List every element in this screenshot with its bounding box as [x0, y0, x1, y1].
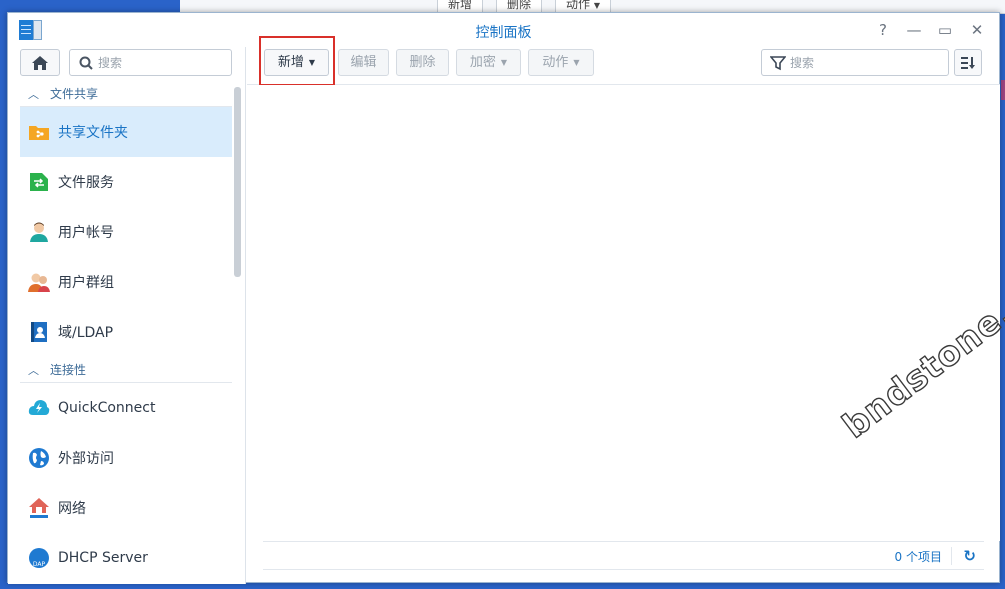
maximize-icon[interactable]: ▭: [936, 21, 954, 39]
help-icon[interactable]: ?: [874, 21, 892, 39]
status-divider: [951, 547, 952, 565]
group-label: 连接性: [50, 363, 87, 377]
sidebar-item-label: 共享文件夹: [58, 125, 128, 141]
sidebar-item-network[interactable]: 网络: [20, 483, 232, 533]
group-icon: [28, 271, 50, 293]
encrypt-label: 加密: [469, 55, 496, 70]
sidebar-item-dhcp[interactable]: DAP DHCP Server: [20, 533, 232, 583]
toolbar: 新增 ▼ 编辑 删除 加密 ▼ 动作 ▼: [247, 36, 1000, 86]
caret-down-icon: ▼: [500, 58, 508, 67]
sidebar-item-file-services[interactable]: 文件服务: [20, 157, 232, 207]
close-icon[interactable]: ✕: [968, 21, 986, 39]
chevron-up-icon: ︿: [28, 87, 39, 101]
dhcp-icon: DAP: [28, 547, 50, 569]
group-header-file-sharing[interactable]: ︿ 文件共享: [20, 81, 232, 107]
sidebar-item-label: 外部访问: [58, 451, 114, 467]
sidebar-item-ldap[interactable]: 域/LDAP: [20, 307, 232, 357]
network-icon: [28, 497, 50, 519]
group-header-connectivity[interactable]: ︿ 连接性: [20, 357, 232, 383]
status-bar: 0 个项目 ↻: [263, 541, 984, 570]
highlight-annotation: [259, 36, 335, 86]
sidebar-item-user[interactable]: 用户帐号: [20, 207, 232, 257]
control-panel-window: 控制面板 ? — ▭ ✕ ︿ 文件共享 共享文件夹: [7, 12, 1005, 584]
filter-search: [761, 49, 949, 76]
quickconnect-icon: [28, 397, 50, 419]
filter-search-input[interactable]: [790, 53, 940, 73]
chevron-up-icon: ︿: [28, 363, 39, 377]
search-icon: [79, 56, 93, 70]
sidebar-item-label: 域/LDAP: [58, 325, 114, 341]
sidebar-item-label: 用户群组: [58, 275, 114, 291]
sidebar: ︿ 文件共享 共享文件夹 文件服务 用户帐号: [8, 47, 246, 584]
sidebar-nav: ︿ 文件共享 共享文件夹 文件服务 用户帐号 用户群组 域/LDAP ︿ 连接性…: [20, 81, 232, 583]
file-services-icon: [28, 171, 50, 193]
refresh-icon[interactable]: ↻: [963, 547, 976, 565]
background-edge: [1001, 80, 1005, 100]
sidebar-item-label: QuickConnect: [58, 400, 156, 416]
sidebar-item-shared-folder[interactable]: 共享文件夹: [20, 107, 232, 157]
user-icon: [28, 221, 50, 243]
home-button[interactable]: [20, 49, 60, 76]
sidebar-item-label: 用户帐号: [58, 225, 114, 241]
sidebar-search-input[interactable]: [98, 53, 226, 73]
home-icon: [32, 55, 48, 70]
encrypt-button[interactable]: 加密 ▼: [456, 49, 521, 76]
caret-down-icon: ▼: [593, 1, 600, 10]
action-label: 动作: [542, 55, 569, 70]
sidebar-item-label: 文件服务: [58, 175, 114, 191]
caret-down-icon: ▼: [573, 58, 580, 67]
sidebar-item-label: 网络: [58, 501, 86, 517]
bg-action-label: 动作: [566, 0, 591, 11]
sort-icon: [961, 56, 975, 69]
sort-button[interactable]: [954, 49, 982, 76]
sidebar-item-group[interactable]: 用户群组: [20, 257, 232, 307]
shared-folder-list: bndstone.com: [247, 85, 1005, 541]
group-label: 文件共享: [50, 87, 99, 101]
watermark-text: bndstone.com: [835, 243, 1005, 447]
item-count: 0 个项目: [894, 550, 942, 564]
globe-icon: [28, 447, 50, 469]
title-bar[interactable]: 控制面板 ? — ▭ ✕: [8, 13, 999, 47]
action-button[interactable]: 动作 ▼: [528, 49, 594, 76]
shared-folder-icon: [28, 121, 50, 143]
sidebar-item-external-access[interactable]: 外部访问: [20, 433, 232, 483]
window-title: 控制面板: [475, 25, 532, 41]
sidebar-scrollbar[interactable]: [234, 87, 241, 277]
sidebar-item-quickconnect[interactable]: QuickConnect: [20, 383, 232, 433]
ldap-icon: [28, 321, 50, 343]
minimize-icon[interactable]: —: [905, 21, 923, 39]
sidebar-search: [69, 49, 232, 76]
svg-text:DAP: DAP: [33, 561, 46, 568]
edit-button[interactable]: 编辑: [338, 49, 389, 76]
filter-icon: [770, 56, 786, 71]
sidebar-item-label: DHCP Server: [58, 550, 148, 566]
main-panel: 新增▼ 编辑 删除 加密▼ 动作▼ bndstone.com 0 个项目 ↻: [247, 36, 1005, 584]
delete-button[interactable]: 删除: [396, 49, 449, 76]
